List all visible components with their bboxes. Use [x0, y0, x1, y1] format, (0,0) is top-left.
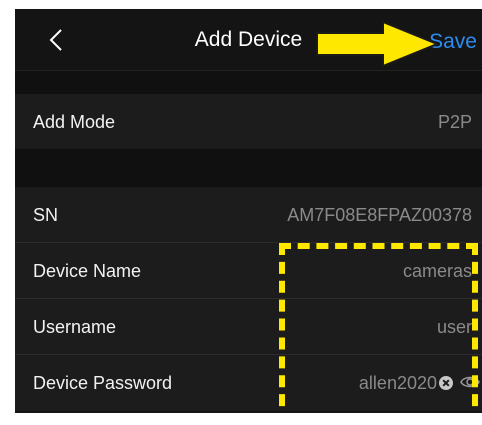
device-name-field[interactable]: cameras: [403, 261, 472, 282]
arrow-annotation-icon: [315, 20, 440, 68]
device-name-label: Device Name: [33, 261, 142, 281]
section-gap: [15, 149, 482, 187]
device-name-row[interactable]: Device Name cameras: [15, 243, 482, 299]
username-field[interactable]: user: [437, 317, 472, 338]
eye-icon[interactable]: [460, 374, 480, 390]
sn-row: SN AM7F08E8FPAZ00378: [15, 187, 482, 243]
chevron-left-icon[interactable]: [45, 27, 69, 53]
add-mode-value: P2P: [437, 112, 472, 132]
username-label: Username: [33, 317, 117, 337]
add-mode-row[interactable]: Add Mode P2P: [15, 94, 482, 149]
device-password-label: Device Password: [33, 373, 173, 393]
section-gap: [15, 71, 482, 94]
username-row[interactable]: Username user: [15, 299, 482, 355]
sn-label: SN: [33, 205, 59, 225]
clear-icon[interactable]: [439, 376, 453, 390]
device-password-row[interactable]: Device Password allen2020: [15, 355, 482, 411]
device-password-field[interactable]: allen2020: [359, 373, 437, 394]
add-mode-label: Add Mode: [33, 112, 116, 132]
sn-value: AM7F08E8FPAZ00378: [287, 205, 472, 225]
screen: Add Device Save Add Mode P2P SN AM7F08E8…: [15, 9, 482, 413]
header-bar: Add Device Save: [15, 9, 482, 71]
